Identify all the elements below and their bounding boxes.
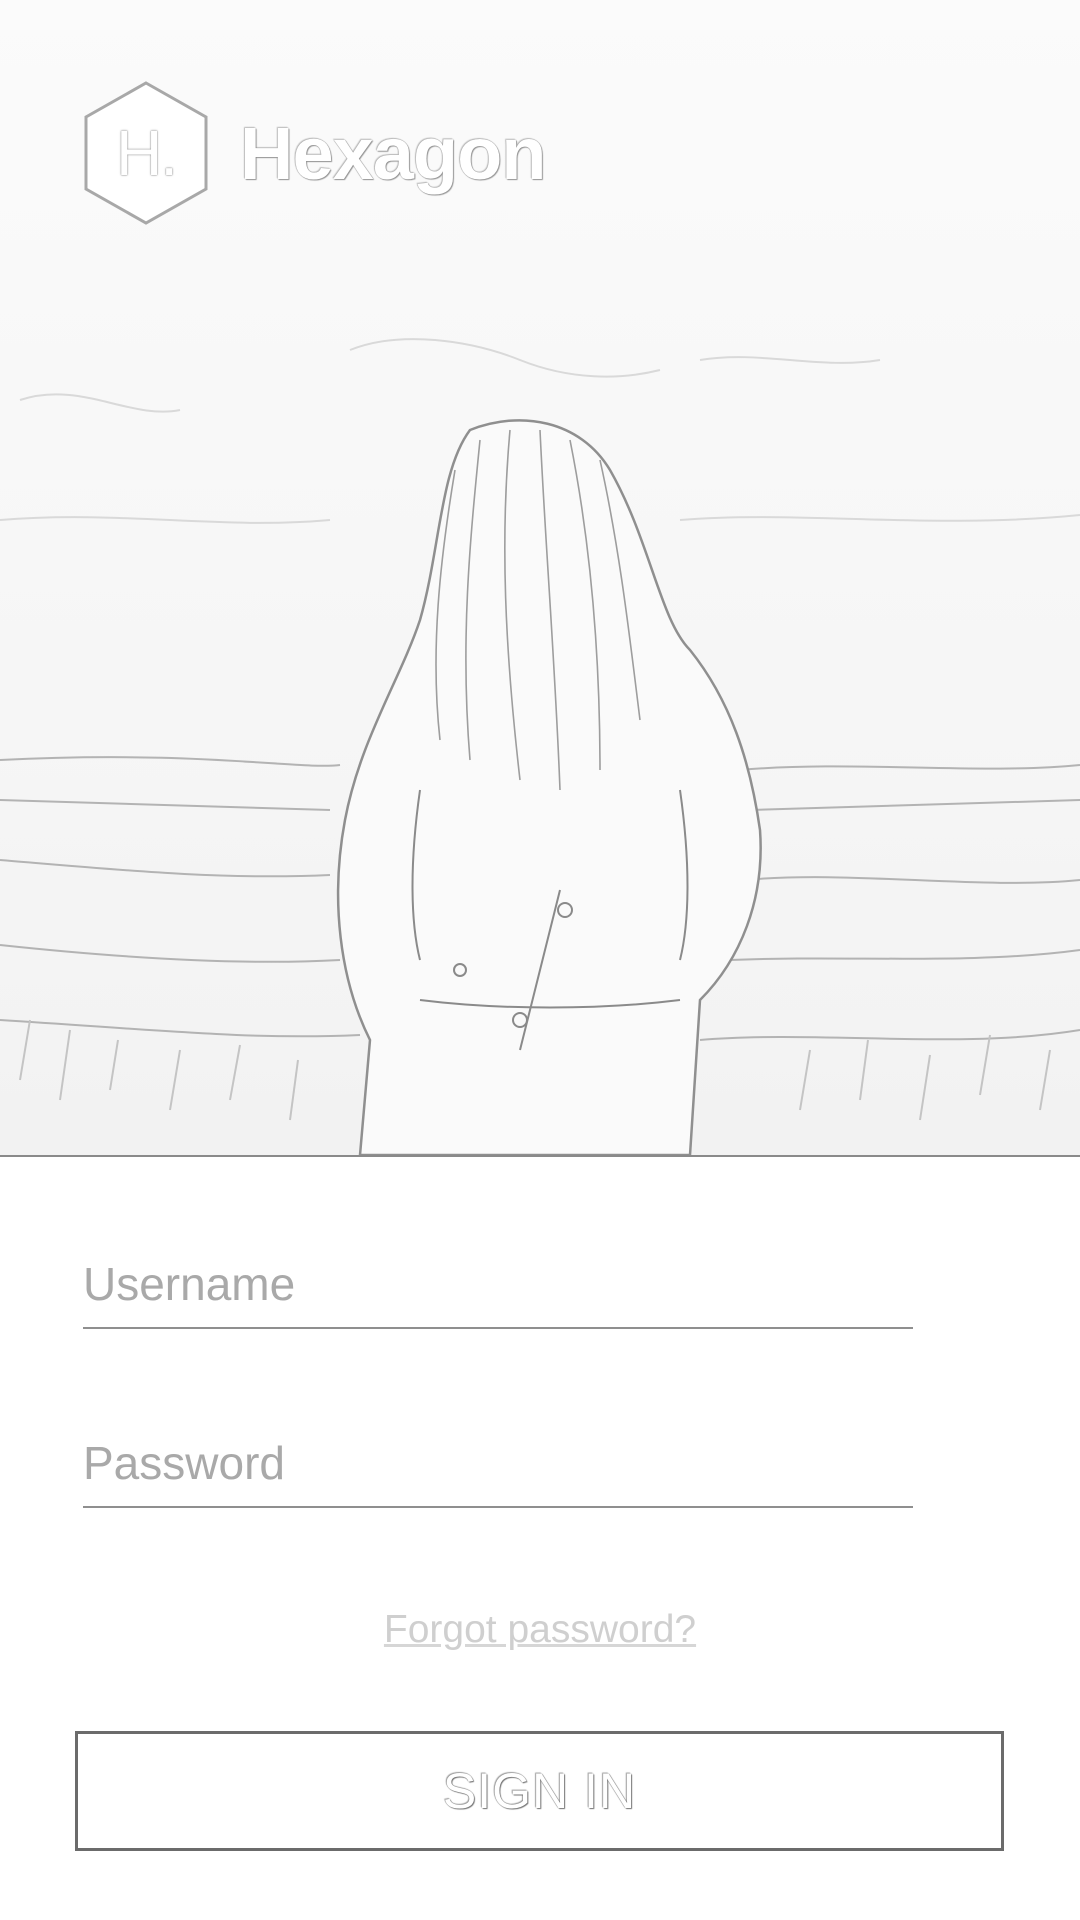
forgot-password-row: Forgot password?	[0, 1608, 1080, 1652]
logo-letter: H.	[116, 117, 178, 189]
forgot-password-link[interactable]: Forgot password?	[384, 1608, 696, 1651]
sign-in-button[interactable]: SIGN IN	[75, 1731, 1004, 1851]
username-input[interactable]	[83, 1249, 913, 1319]
password-field-container	[83, 1416, 913, 1508]
brand-header: H. Hexagon	[82, 80, 547, 226]
hero-image: H. Hexagon	[0, 0, 1080, 1157]
login-screen: H. Hexagon Forgot password? SIGN IN	[0, 0, 1080, 1920]
hexagon-logo-icon: H.	[82, 80, 210, 226]
sign-in-label: SIGN IN	[442, 1763, 637, 1819]
password-input[interactable]	[83, 1428, 913, 1498]
username-field-container	[83, 1237, 913, 1329]
app-name: Hexagon	[240, 111, 547, 195]
